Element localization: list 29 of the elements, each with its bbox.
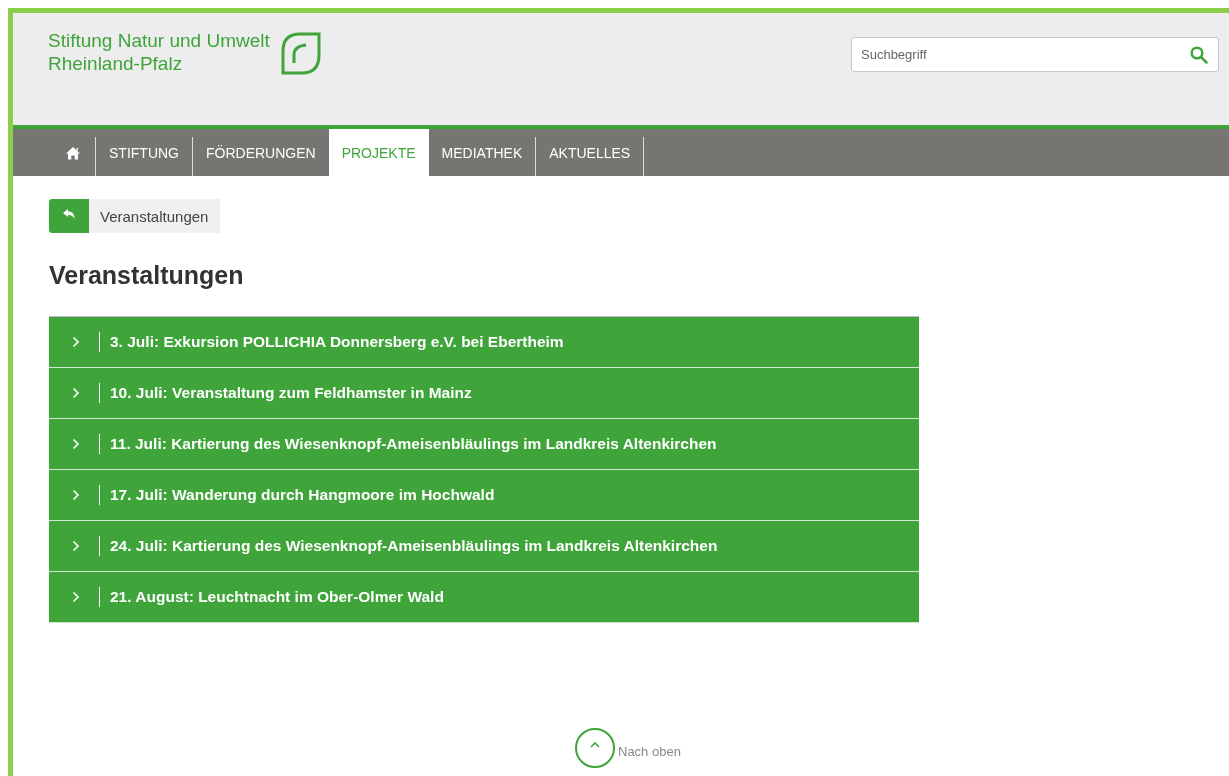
logo-text[interactable]: Stiftung Natur und Umwelt [48, 29, 270, 52]
logo-text[interactable]: Rheinland-Pfalz [48, 52, 270, 75]
accordion-item[interactable]: 3. Juli: Exkursion POLLICHIA Donnersberg e.V. bei Ebertheim [49, 316, 919, 368]
back-button[interactable] [49, 199, 89, 233]
nav-tab[interactable]: AKTUELLES [536, 137, 645, 176]
accordion-item[interactable]: 17. Juli: Wanderung durch Hangmoore im Hochwald [49, 470, 919, 521]
event-title[interactable]: 21. August: Leuchtnacht im Ober-Olmer Wald [110, 588, 444, 606]
event-title[interactable]: 11. Juli: Kartierung des Wiesenknopf-Ameisenbläulings im Landkreis Altenkirchen [110, 435, 717, 453]
accordion-item[interactable]: 24. Juli: Kartierung des Wiesenknopf-Ameisenbläulings im Landkreis Altenkirchen [49, 521, 919, 572]
event-title[interactable]: 17. Juli: Wanderung durch Hangmoore im Hochwald [110, 486, 495, 504]
search-icon[interactable] [1190, 46, 1208, 64]
nav-tab[interactable]: MEDIATHEK [428, 137, 537, 176]
back-arrow-icon [62, 208, 76, 220]
back-to-top-link[interactable]: Nach oben [618, 743, 681, 759]
event-title[interactable]: 10. Juli: Veranstaltung zum Feldhamster in Mainz [110, 384, 472, 402]
event-title[interactable]: 24. Juli: Kartierung des Wiesenknopf-Ameisenbläulings im Landkreis Altenkirchen [110, 537, 718, 555]
accordion-item[interactable]: 11. Juli: Kartierung des Wiesenknopf-Ameisenbläulings im Landkreis Altenkirchen [49, 419, 919, 470]
breadcrumb-link[interactable]: Veranstaltungen [89, 199, 221, 233]
page-heading: Veranstaltungen [49, 261, 245, 290]
leaf-icon[interactable] [279, 31, 322, 75]
caret-up-icon [590, 742, 600, 748]
accordion-item[interactable]: 10. Juli: Veranstaltung zum Feldhamster in Mainz [49, 368, 919, 419]
event-title[interactable]: 3. Juli: Exkursion POLLICHIA Donnersberg e.V. bei Ebertheim [110, 333, 564, 351]
nav-tab[interactable]: STIFTUNG [96, 137, 193, 176]
accordion-item[interactable]: 21. August: Leuchtnacht im Ober-Olmer Wald [49, 572, 919, 623]
search-field[interactable]: Suchbegriff [851, 37, 1219, 72]
nav-tab[interactable]: PROJEKTE [328, 129, 429, 176]
home-icon[interactable] [65, 145, 81, 160]
back-to-top-button[interactable] [575, 728, 615, 768]
